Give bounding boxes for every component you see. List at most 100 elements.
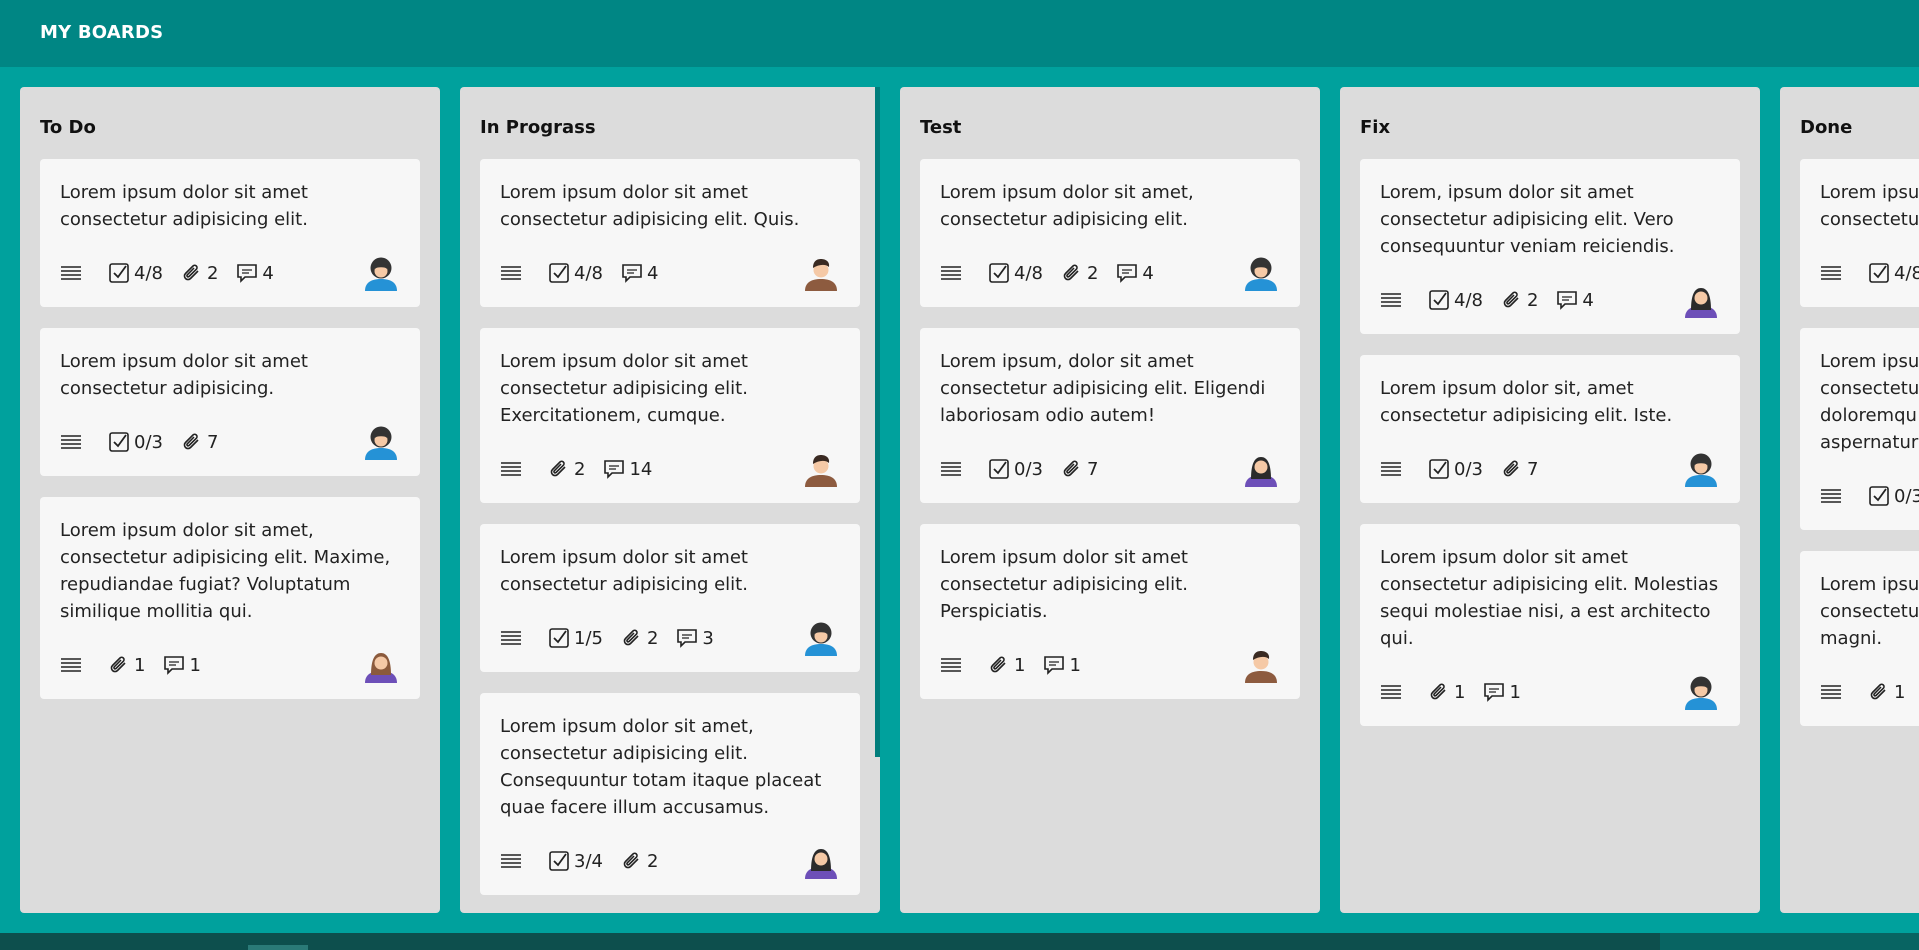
paperclip-icon [1501,458,1527,480]
task-card[interactable]: Lorem ipsum dolor sit amet consectetur a… [40,328,420,476]
attachments-count: 1 [1454,681,1466,703]
comments-meta: 1 [1483,681,1521,703]
comment-icon [236,262,262,284]
column-fix: Fix Lorem, ipsum dolor sit amet consecte… [1340,87,1760,913]
checklist-meta: 3/4 [548,850,603,872]
checklist-count: 0/3 [1894,485,1919,507]
attachments-count: 1 [134,654,146,676]
avatar-afro-blue-icon[interactable] [802,618,840,656]
attachments-count: 1 [1014,654,1026,676]
avatar-afro-blue-icon[interactable] [362,422,400,460]
avatar-woman-purple-icon[interactable] [802,841,840,879]
checklist-meta: 0/3 [108,431,163,453]
task-card[interactable]: Lorem ipsum dolor sit amet, consectetur … [40,497,420,699]
paperclip-icon [181,262,207,284]
description-icon [60,433,86,451]
card-text: Lorem ipsum dolor sit amet, consectetur … [60,520,391,622]
comment-icon [1116,262,1142,284]
task-card[interactable]: Lorem ipsu consectetur magni. 1 [1800,551,1919,726]
card-text: Lorem ipsum dolor sit amet consectetur a… [500,351,748,426]
task-card[interactable]: Lorem, ipsum dolor sit amet consectetur … [1360,159,1740,334]
attachments-meta: 7 [1061,458,1098,480]
avatar-man-brown-icon[interactable] [1242,645,1280,683]
avatar-woman-purple-icon[interactable] [1242,449,1280,487]
card-text: Lorem ipsum, dolor sit amet consectetur … [940,351,1266,426]
checklist-count: 3/4 [574,850,603,872]
checklist-meta: 4/8 [108,262,163,284]
paperclip-icon [621,850,647,872]
description-icon [500,852,526,870]
task-card[interactable]: Lorem ipsum dolor sit amet, consectetur … [920,159,1300,307]
task-card[interactable]: Lorem ipsum dolor sit, amet consectetur … [1360,355,1740,503]
comments-count: 14 [629,458,653,480]
avatar-man-brown-icon[interactable] [802,253,840,291]
task-card[interactable]: Lorem ipsum dolor sit amet consectetur a… [480,159,860,307]
paperclip-icon [621,627,647,649]
attachments-meta: 2 [621,850,658,872]
column-title: Test [920,117,962,138]
column-title: Done [1800,117,1853,138]
checklist-count: 0/3 [1454,458,1483,480]
attachments-meta: 2 [621,627,658,649]
comment-icon [676,627,702,649]
card-text: Lorem, ipsum dolor sit amet consectetur … [1380,182,1675,257]
avatar-man-brown-icon[interactable] [802,449,840,487]
attachments-count: 2 [646,627,659,649]
task-card[interactable]: Lorem ipsu consectetur doloremqu asperna… [1800,328,1919,530]
checklist-meta: 1/5 [548,627,603,649]
task-card[interactable]: Lorem ipsum dolor sit amet consectetur a… [40,159,420,307]
attachments-count: 1 [1894,681,1906,703]
card-text: Lorem ipsu consectetur doloremqu asperna… [1820,351,1919,453]
checklist-count: 4/8 [134,262,163,284]
task-card[interactable]: Lorem ipsum dolor sit amet consectetur a… [480,328,860,503]
checklist-meta: 4/8 [548,262,603,284]
comments-meta: 4 [1116,262,1154,284]
comments-count: 1 [1069,654,1081,676]
board: To Do Lorem ipsum dolor sit amet consect… [0,67,1919,933]
avatar-afro-blue-icon[interactable] [1682,672,1720,710]
description-icon [940,460,966,478]
column-scrollbar[interactable] [875,87,880,757]
column-title: To Do [40,117,96,138]
avatar-woman-purple-icon[interactable] [1682,280,1720,318]
avatar-afro-blue-icon[interactable] [1242,253,1280,291]
description-icon [500,460,526,478]
card-text: Lorem ipsum dolor sit amet consectetur a… [940,547,1188,622]
card-text: Lorem ipsum dolor sit amet consectetur a… [500,547,748,595]
attachments-meta: 2 [1061,262,1098,284]
avatar-afro-blue-icon[interactable] [1682,449,1720,487]
checklist-meta: 4/8 [988,262,1043,284]
comments-meta: 14 [603,458,652,480]
card-meta: 1/5 2 3 [500,626,732,650]
card-meta: 1 [1820,680,1919,704]
description-icon [1820,487,1846,505]
comments-meta: 1 [1043,654,1081,676]
paperclip-icon [181,431,207,453]
column-title: Fix [1360,117,1391,138]
task-card[interactable]: Lorem ipsum dolor sit amet consectetur a… [1360,524,1740,726]
checklist-meta: 0/3 [1428,458,1483,480]
task-card[interactable]: Lorem ipsum dolor sit amet consectetur a… [920,524,1300,699]
task-card[interactable]: Lorem ipsum dolor sit amet, consectetur … [480,693,860,895]
task-card[interactable]: Lorem ipsum dolor sit amet consectetur a… [480,524,860,672]
avatar-afro-blue-icon[interactable] [362,253,400,291]
checkbox-icon [548,850,574,872]
checkbox-icon [1868,262,1894,284]
comment-icon [1483,681,1509,703]
column-to-do: To Do Lorem ipsum dolor sit amet consect… [20,87,440,913]
comments-meta: 4 [236,262,274,284]
task-card[interactable]: Lorem ipsum, dolor sit amet consectetur … [920,328,1300,503]
paperclip-icon [1868,681,1894,703]
checkbox-icon [1428,458,1454,480]
task-card[interactable]: Lorem ipsu consectetur 4/8 [1800,159,1919,307]
checkbox-icon [988,262,1014,284]
horizontal-scrollbar[interactable] [0,933,1919,950]
card-text: Lorem ipsum dolor sit amet consectetur a… [1380,547,1719,649]
paperclip-icon [1061,262,1087,284]
comments-count: 3 [702,627,714,649]
card-meta: 0/3 [1820,484,1919,508]
comments-count: 4 [646,262,659,284]
avatar-woman-purple-icon[interactable] [362,645,400,683]
attachments-count: 2 [1086,262,1099,284]
attachments-meta: 1 [1428,681,1465,703]
